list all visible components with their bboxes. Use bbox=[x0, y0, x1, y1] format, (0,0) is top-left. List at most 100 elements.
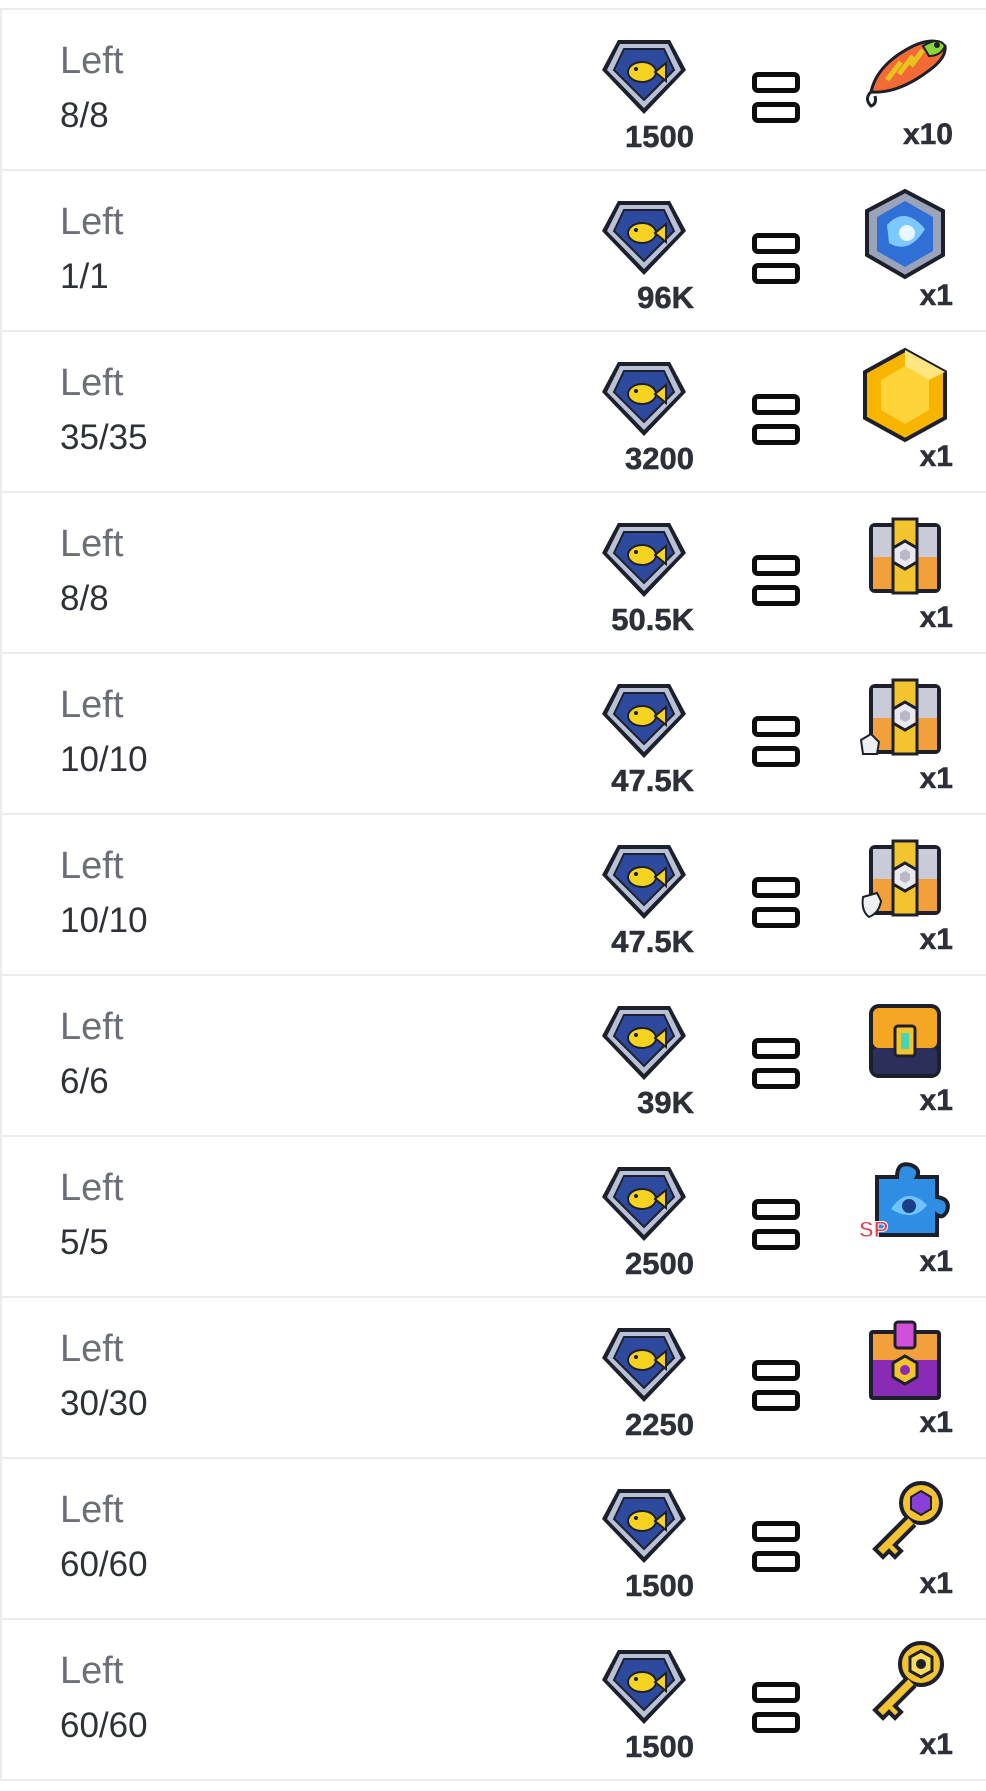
reward: x1 bbox=[857, 1634, 957, 1764]
equals-icon bbox=[752, 1038, 800, 1090]
equals-icon bbox=[752, 1521, 800, 1573]
cost: 3200 bbox=[592, 354, 696, 474]
cost: 50.5K bbox=[592, 515, 696, 635]
reward-quantity: x1 bbox=[919, 440, 953, 473]
reward: x1 bbox=[857, 1312, 957, 1442]
svg-text:SP: SP bbox=[859, 1217, 888, 1242]
cost-amount: 50.5K bbox=[611, 602, 694, 637]
reward-quantity: x1 bbox=[919, 1084, 953, 1117]
list-item[interactable]: Left 8/8 50.5K x1 bbox=[0, 493, 986, 654]
cost: 1500 bbox=[592, 1642, 696, 1762]
reward: x1 bbox=[857, 990, 957, 1120]
exchange-list: Left 8/8 1500 x10 Left 1/1 96K x1 Left 35/35 3200 x… bbox=[0, 0, 986, 1791]
remaining-count: 10/10 bbox=[60, 901, 148, 940]
remaining-count: 10/10 bbox=[60, 740, 148, 779]
remaining-count: 5/5 bbox=[60, 1223, 109, 1262]
reward-quantity: x1 bbox=[919, 1406, 953, 1439]
list-item[interactable]: Left 10/10 47.5K x1 bbox=[0, 654, 986, 815]
list-item[interactable]: Left 6/6 39K x1 bbox=[0, 976, 986, 1137]
cost: 47.5K bbox=[592, 837, 696, 957]
gold-gem-icon bbox=[857, 346, 953, 451]
reward: x10 bbox=[857, 24, 957, 154]
reward: x1 bbox=[857, 1473, 957, 1603]
left-label: Left bbox=[60, 684, 124, 726]
left-label: Left bbox=[60, 201, 124, 243]
reward-quantity: x1 bbox=[919, 762, 953, 795]
cost: 96K bbox=[592, 193, 696, 313]
equals-icon bbox=[752, 716, 800, 768]
cost-amount: 47.5K bbox=[611, 763, 694, 798]
cost-amount: 96K bbox=[637, 280, 694, 315]
remaining-count: 1/1 bbox=[60, 257, 109, 296]
reward-quantity: x10 bbox=[902, 118, 954, 151]
remaining-count: 6/6 bbox=[60, 1062, 109, 1101]
list-item[interactable]: Left 5/5 2500 SP x1 bbox=[0, 1137, 986, 1298]
reward: x1 bbox=[857, 507, 957, 637]
equals-icon bbox=[752, 233, 800, 285]
cost-amount: 39K bbox=[637, 1085, 694, 1120]
list-item[interactable]: Left 60/60 1500 x1 bbox=[0, 1459, 986, 1620]
reward: x1 bbox=[857, 829, 957, 959]
cost: 2500 bbox=[592, 1159, 696, 1279]
left-label: Left bbox=[60, 523, 124, 565]
left-label: Left bbox=[60, 1328, 124, 1370]
list-top-divider bbox=[0, 0, 986, 10]
left-label: Left bbox=[60, 1167, 124, 1209]
gear-chest-glove-icon bbox=[857, 668, 953, 773]
list-item[interactable]: Left 1/1 96K x1 bbox=[0, 171, 986, 332]
left-label: Left bbox=[60, 1489, 124, 1531]
left-label: Left bbox=[60, 1006, 124, 1048]
left-label: Left bbox=[60, 40, 124, 82]
cost: 1500 bbox=[592, 1481, 696, 1601]
equals-icon bbox=[752, 555, 800, 607]
remaining-count: 60/60 bbox=[60, 1706, 148, 1745]
remaining-count: 35/35 bbox=[60, 418, 148, 457]
cost-amount: 2250 bbox=[625, 1407, 694, 1442]
reward-quantity: x1 bbox=[919, 1567, 953, 1600]
equals-icon bbox=[752, 394, 800, 446]
list-item[interactable]: Left 8/8 1500 x10 bbox=[0, 10, 986, 171]
cost: 1500 bbox=[592, 32, 696, 152]
reward: x1 bbox=[857, 346, 957, 476]
left-label: Left bbox=[60, 362, 124, 404]
cost: 39K bbox=[592, 998, 696, 1118]
blue-cube-gem-icon bbox=[857, 185, 953, 290]
cost-amount: 1500 bbox=[625, 1568, 694, 1603]
equals-icon bbox=[752, 1682, 800, 1734]
reward-quantity: x1 bbox=[919, 1245, 953, 1278]
fishing-lure-icon bbox=[857, 24, 953, 129]
left-label: Left bbox=[60, 845, 124, 887]
orange-crate-icon bbox=[857, 990, 953, 1095]
cost-amount: 2500 bbox=[625, 1246, 694, 1281]
reward: SP x1 bbox=[857, 1151, 957, 1281]
remaining-count: 8/8 bbox=[60, 579, 109, 618]
cost: 2250 bbox=[592, 1320, 696, 1440]
equals-icon bbox=[752, 1360, 800, 1412]
reward: x1 bbox=[857, 668, 957, 798]
left-label: Left bbox=[60, 1650, 124, 1692]
cost-amount: 1500 bbox=[625, 1729, 694, 1764]
reward-quantity: x1 bbox=[919, 923, 953, 956]
gear-chest-shield-icon bbox=[857, 829, 953, 934]
remaining-count: 60/60 bbox=[60, 1545, 148, 1584]
remaining-count: 8/8 bbox=[60, 96, 109, 135]
reward-quantity: x1 bbox=[919, 1728, 953, 1761]
sp-puzzle-piece-icon: SP bbox=[857, 1151, 953, 1256]
reward-quantity: x1 bbox=[919, 279, 953, 312]
purple-chest-icon bbox=[857, 1312, 953, 1417]
list-item[interactable]: Left 60/60 1500 x1 bbox=[0, 1620, 986, 1781]
list-item[interactable]: Left 10/10 47.5K x1 bbox=[0, 815, 986, 976]
cost-amount: 1500 bbox=[625, 119, 694, 154]
cost-amount: 47.5K bbox=[611, 924, 694, 959]
equals-icon bbox=[752, 877, 800, 929]
purple-gem-key-icon bbox=[857, 1473, 953, 1578]
remaining-count: 30/30 bbox=[60, 1384, 148, 1423]
gold-gear-key-icon bbox=[857, 1634, 953, 1739]
equals-icon bbox=[752, 72, 800, 124]
reward: x1 bbox=[857, 185, 957, 315]
equals-icon bbox=[752, 1199, 800, 1251]
list-item[interactable]: Left 30/30 2250 x1 bbox=[0, 1298, 986, 1459]
list-item[interactable]: Left 35/35 3200 x1 bbox=[0, 332, 986, 493]
cost: 47.5K bbox=[592, 676, 696, 796]
gear-chest-icon bbox=[857, 507, 953, 612]
